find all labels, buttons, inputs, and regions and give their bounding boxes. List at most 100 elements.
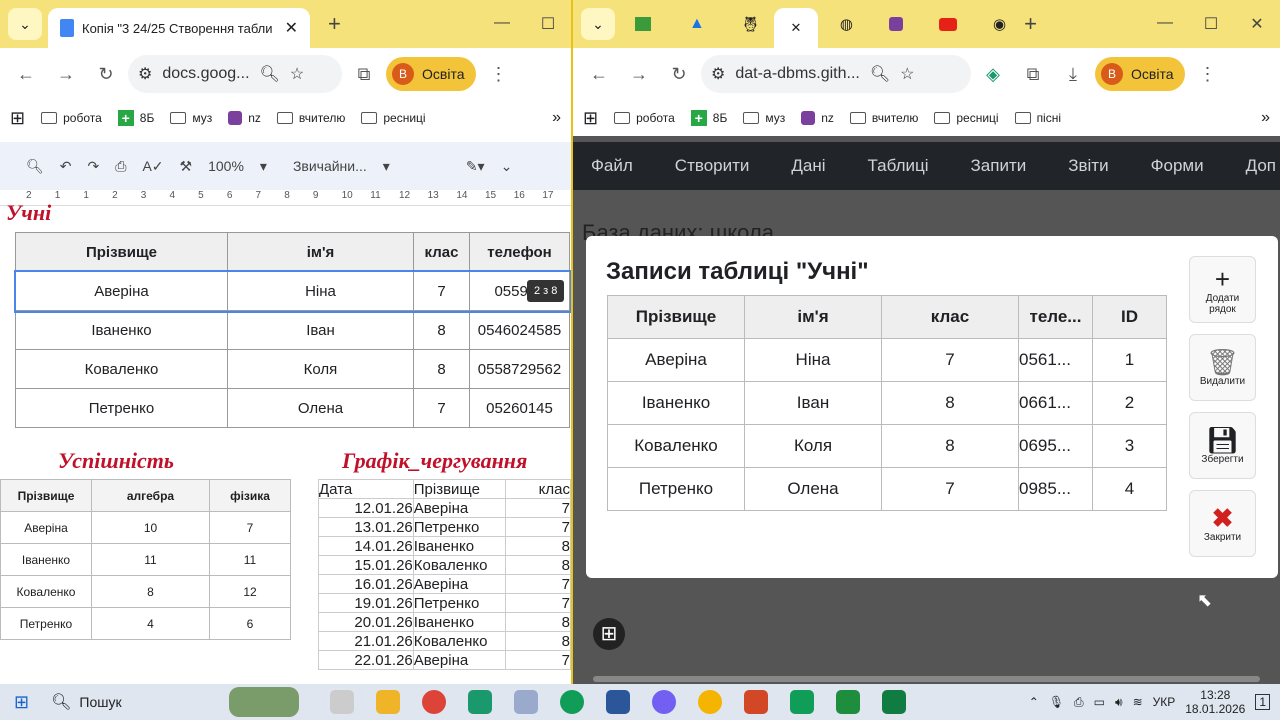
table-row[interactable]: Коваленко Коля 8 0558729562 xyxy=(15,349,570,389)
table-cell[interactable]: 15.01.26 xyxy=(318,555,414,575)
close-button[interactable]: ✖ Закрити xyxy=(1189,490,1256,557)
menu-item[interactable]: Файл xyxy=(591,156,633,176)
table-cell[interactable]: 7 xyxy=(505,650,571,670)
notification-icon[interactable]: 1 xyxy=(1255,694,1270,710)
extension-p-icon[interactable]: ◈ xyxy=(975,56,1011,92)
extensions-icon[interactable]: ⧉ xyxy=(1015,56,1051,92)
table-cell[interactable]: Іваненко xyxy=(607,381,745,425)
print-icon[interactable]: ⎙ xyxy=(115,158,126,175)
forward-icon[interactable]: → xyxy=(621,56,657,92)
table-cell[interactable]: 0695... xyxy=(1018,424,1093,468)
table-row[interactable]: Петренко Олена 7 0985... 4 xyxy=(607,467,1167,511)
table-row[interactable]: 13.01.26 Петренко 7 xyxy=(318,517,571,537)
menu-item[interactable]: Таблиці xyxy=(868,156,929,176)
reload-icon[interactable]: ↻ xyxy=(88,56,124,92)
menu-item[interactable]: Створити xyxy=(675,156,750,176)
table-cell[interactable]: Петренко xyxy=(15,388,228,428)
paint-icon[interactable] xyxy=(514,690,539,714)
menu-item[interactable]: Доп xyxy=(1246,156,1276,176)
table-cell[interactable]: 8 xyxy=(505,555,571,575)
mic-icon[interactable]: 🎙︎ xyxy=(1049,695,1064,709)
table-cell[interactable]: 2 xyxy=(1092,381,1167,425)
table-cell[interactable]: Коля xyxy=(227,349,414,389)
table-cell[interactable]: 7 xyxy=(881,467,1019,511)
table-cell[interactable]: 7 xyxy=(881,338,1019,382)
powerpoint-icon[interactable] xyxy=(744,690,769,714)
table-cell[interactable]: 7 xyxy=(505,498,571,518)
forward-icon[interactable]: → xyxy=(48,56,84,92)
table-cell[interactable]: 8 xyxy=(413,310,470,350)
menu-item[interactable]: Запити xyxy=(971,156,1027,176)
table-cell[interactable]: 19.01.26 xyxy=(318,593,414,613)
table-cell[interactable]: 21.01.26 xyxy=(318,631,414,651)
table-cell[interactable]: 8 xyxy=(505,536,571,556)
table-cell[interactable]: 7 xyxy=(505,574,571,594)
star-icon[interactable]: ☆ xyxy=(900,64,914,84)
zoom-icon[interactable]: 🔍︎ xyxy=(870,64,890,84)
start-icon[interactable]: ⊞ xyxy=(14,692,29,713)
search-icon[interactable]: 🔍︎ xyxy=(51,692,71,712)
menu-item[interactable]: Форми xyxy=(1151,156,1204,176)
taskbar-search[interactable]: Пошук xyxy=(79,694,229,710)
horizontal-scrollbar[interactable] xyxy=(593,676,1260,682)
table-cell[interactable]: 14.01.26 xyxy=(318,536,414,556)
table-cell[interactable]: 11 xyxy=(91,543,210,576)
chrome-icon[interactable] xyxy=(698,690,723,714)
table-row[interactable]: 20.01.26 Іваненко 8 xyxy=(318,612,571,632)
table-cell[interactable]: 7 xyxy=(413,271,470,311)
undo-icon[interactable]: ↶ xyxy=(60,158,72,175)
table-cell[interactable]: 05260145 xyxy=(469,388,570,428)
wifi-icon[interactable]: ≋ xyxy=(1133,695,1143,709)
site-info-icon[interactable]: ⚙ xyxy=(138,64,152,84)
explorer-icon[interactable] xyxy=(376,690,401,714)
table-cell[interactable]: Іваненко xyxy=(15,310,228,350)
add-row-button[interactable]: + Додати рядок xyxy=(1189,256,1256,323)
table-row[interactable]: Петренко 4 6 xyxy=(0,607,291,640)
table-cell[interactable]: 8 xyxy=(413,349,470,389)
bookmark-item[interactable]: муз xyxy=(170,111,212,125)
viber-icon[interactable] xyxy=(652,690,677,714)
site-icon[interactable] xyxy=(888,17,903,31)
profile-button[interactable]: В Освіта xyxy=(386,57,477,91)
table-cell[interactable]: Коваленко xyxy=(0,575,92,608)
new-tab-icon[interactable]: + xyxy=(328,11,341,37)
table-row[interactable]: 12.01.26 Аверіна 7 xyxy=(318,498,571,518)
task-view-icon[interactable] xyxy=(330,690,355,714)
p-app-icon[interactable] xyxy=(468,690,493,714)
table-cell[interactable]: Аверіна xyxy=(0,511,92,544)
table-cell[interactable]: Коваленко xyxy=(607,424,745,468)
printer-icon[interactable]: ⎙ xyxy=(1074,695,1084,710)
reload-icon[interactable]: ↻ xyxy=(661,56,697,92)
table-cell[interactable]: 16.01.26 xyxy=(318,574,414,594)
profile-button[interactable]: В Освіта xyxy=(1095,57,1186,91)
landscape-widget-icon[interactable] xyxy=(229,687,300,717)
owl-icon[interactable]: 🦉︎ xyxy=(741,15,760,33)
apps-icon[interactable]: ⊞ xyxy=(10,108,25,129)
paint-format-icon[interactable]: ⚒ xyxy=(180,158,193,175)
new-tab-icon[interactable]: + xyxy=(1024,11,1037,37)
table-cell[interactable]: Іваненко xyxy=(412,612,507,632)
bookmark-item[interactable]: +8Б xyxy=(117,110,154,126)
table-cell[interactable]: 10 xyxy=(91,511,210,544)
spellcheck-icon[interactable]: A✓ xyxy=(142,158,163,175)
table-cell[interactable]: Аверіна xyxy=(15,271,228,311)
chrome-icon[interactable] xyxy=(422,690,447,714)
bookmark-item[interactable]: вчителю xyxy=(276,111,345,125)
grid-app-icon[interactable]: ⊞ xyxy=(593,618,625,650)
table-cell[interactable]: Іваненко xyxy=(412,536,507,556)
site-info-icon[interactable]: ⚙ xyxy=(711,64,725,84)
menu-icon[interactable]: ⋮ xyxy=(1189,56,1225,92)
table-row[interactable]: 16.01.26 Аверіна 7 xyxy=(318,574,571,594)
back-icon[interactable]: ← xyxy=(8,56,44,92)
bookmark-item[interactable]: муз xyxy=(743,111,785,125)
volume-icon[interactable]: 🔊︎ xyxy=(1115,695,1123,710)
chevron-up-icon[interactable]: ⌃ xyxy=(1029,695,1039,709)
table-cell[interactable]: Ніна xyxy=(744,338,882,382)
search-icon[interactable]: 🔍︎ xyxy=(26,158,44,175)
table-cell[interactable]: 0546024585 xyxy=(469,310,570,350)
save-button[interactable]: 💾︎ Зберегти xyxy=(1189,412,1256,479)
menu-icon[interactable]: ⋮ xyxy=(480,56,516,92)
table-cell[interactable]: Іваненко xyxy=(0,543,92,576)
table-row[interactable]: Петренко Олена 7 05260145 xyxy=(15,388,570,428)
word-icon[interactable] xyxy=(606,690,631,714)
